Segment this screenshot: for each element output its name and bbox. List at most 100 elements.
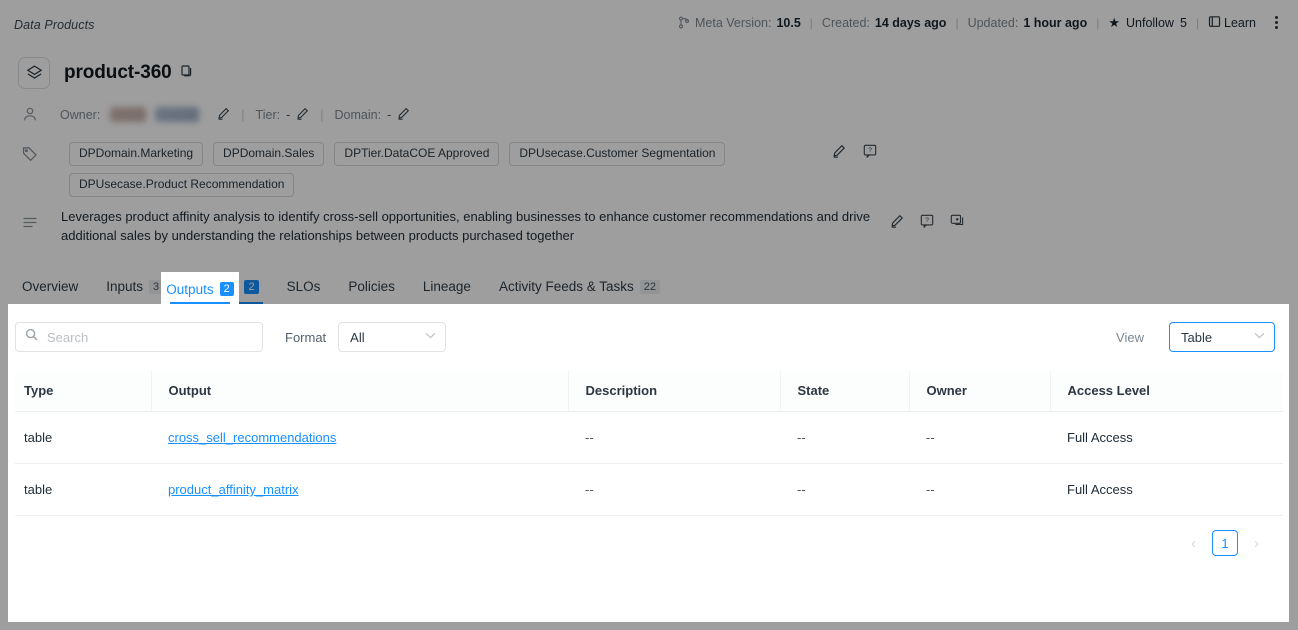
column-header-state[interactable]: State <box>779 371 909 412</box>
tab-label: Inputs <box>106 279 144 294</box>
tab-label: Policies <box>348 279 395 294</box>
column-header-access-level[interactable]: Access Level <box>1049 371 1283 412</box>
meta-version-value: 10.5 <box>776 15 801 30</box>
output-link[interactable]: product_affinity_matrix <box>168 482 299 497</box>
created-info: Created: 14 days ago <box>813 16 956 30</box>
cell-value: Full Access <box>1067 482 1133 497</box>
updated-value: 1 hour ago <box>1023 15 1088 30</box>
cell-value: -- <box>926 430 935 445</box>
edit-tier-icon[interactable] <box>296 107 309 123</box>
domain-label: Domain: <box>334 107 382 122</box>
table-header-row: Type Output Description State Owner Acce… <box>15 371 1283 412</box>
output-link[interactable]: cross_sell_recommendations <box>168 430 336 445</box>
description-help-icon[interactable]: ? <box>920 214 934 233</box>
tab-count-badge: 22 <box>639 279 660 294</box>
view-selected-value: Table <box>1181 329 1213 345</box>
column-label: Access Level <box>1067 383 1150 398</box>
cell-output: product_affinity_matrix <box>151 463 568 516</box>
cell-value: -- <box>797 430 806 445</box>
meta-version: Meta Version: 10.5 <box>669 16 810 30</box>
owner-label: Owner: <box>60 107 101 122</box>
description-actions: ? <box>890 214 964 233</box>
tab-label: Outputs <box>166 281 214 297</box>
tier-label: Tier: <box>255 107 281 122</box>
star-icon: ★ <box>1108 15 1120 30</box>
tag-chip[interactable]: DPTier.DataCOE Approved <box>334 142 500 166</box>
cell-state: -- <box>780 411 909 464</box>
cell-access-level: Full Access <box>1050 411 1283 464</box>
column-header-output[interactable]: Output <box>150 371 568 412</box>
more-options-icon[interactable] <box>1265 14 1284 31</box>
learn-button[interactable]: Learn <box>1199 15 1265 31</box>
search-box[interactable] <box>15 322 263 352</box>
pagination-next-icon[interactable]: › <box>1248 532 1265 555</box>
table-row[interactable]: table product_affinity_matrix -- -- -- F… <box>15 463 1283 516</box>
column-label: Owner <box>926 383 967 398</box>
pagination-prev-icon[interactable]: ‹ <box>1185 532 1202 555</box>
tag-icon <box>22 146 38 162</box>
tab-label: Activity Feeds & Tasks <box>498 279 634 294</box>
unfollow-button[interactable]: ★ Unfollow 5 <box>1099 16 1196 30</box>
tab-count-badge: 2 <box>244 279 259 294</box>
cell-value: table <box>24 430 53 445</box>
view-control: View Table <box>1116 322 1275 352</box>
top-meta-bar: Data Products Meta Version: 10.5 | Creat… <box>0 0 1298 44</box>
learn-label: Learn <box>1224 15 1256 30</box>
table-row[interactable]: table cross_sell_recommendations -- -- -… <box>15 411 1283 464</box>
tier-value: - <box>286 107 291 122</box>
column-header-type[interactable]: Type <box>15 371 151 412</box>
tab-activity-feeds-tasks[interactable]: Activity Feeds & Tasks 22 <box>485 274 674 304</box>
tag-chip[interactable]: DPUsecase.Customer Segmentation <box>509 142 726 166</box>
tab-policies[interactable]: Policies <box>334 274 409 304</box>
tab-outputs-highlighted[interactable]: Outputs 2 <box>161 272 239 306</box>
tab-overview[interactable]: Overview <box>8 274 92 304</box>
tags-help-icon[interactable]: ? <box>863 144 877 163</box>
meta-info-group: Meta Version: 10.5 | Created: 14 days ag… <box>669 14 1284 31</box>
svg-text:?: ? <box>868 147 872 154</box>
search-input[interactable] <box>45 328 253 346</box>
edit-description-icon[interactable] <box>890 214 904 233</box>
tab-slos[interactable]: SLOs <box>273 274 335 304</box>
branch-icon <box>678 16 690 29</box>
cell-description: -- <box>568 463 780 516</box>
edit-owner-icon[interactable] <box>217 107 230 123</box>
view-select[interactable]: Table <box>1169 322 1275 352</box>
outputs-panel: Format All View Table Type <box>8 304 1289 622</box>
cell-value: -- <box>926 482 935 497</box>
tab-lineage[interactable]: Lineage <box>409 274 485 304</box>
column-label: Type <box>24 383 54 398</box>
pagination-page-1[interactable]: 1 <box>1212 530 1238 556</box>
tags-section: DPDomain.Marketing DPDomain.Sales DPTier… <box>22 142 922 197</box>
book-icon <box>1208 15 1221 31</box>
edit-domain-icon[interactable] <box>397 107 410 123</box>
updated-label: Updated: <box>967 15 1019 30</box>
app-root: Data Products Meta Version: 10.5 | Creat… <box>0 0 1298 630</box>
tab-label: Overview <box>22 279 79 294</box>
tag-actions: ? <box>832 144 877 163</box>
tag-chip[interactable]: DPDomain.Sales <box>213 142 325 166</box>
tag-chip[interactable]: DPUsecase.Product Recommendation <box>69 173 295 197</box>
chevron-down-icon <box>1254 332 1265 342</box>
description-section: Leverages product affinity analysis to i… <box>22 208 1022 245</box>
copy-icon[interactable] <box>181 64 192 82</box>
outputs-table: Type Output Description State Owner Acce… <box>15 371 1283 516</box>
column-header-description[interactable]: Description <box>567 371 780 412</box>
cell-value: Full Access <box>1067 430 1133 445</box>
breadcrumb[interactable]: Data Products <box>14 18 95 32</box>
data-product-icon <box>18 57 50 89</box>
column-header-owner[interactable]: Owner <box>908 371 1050 412</box>
add-comment-icon[interactable] <box>950 214 964 233</box>
format-label: Format <box>285 329 327 345</box>
cell-type: table <box>15 411 151 464</box>
edit-tags-icon[interactable] <box>832 144 846 163</box>
tag-chip[interactable]: DPDomain.Marketing <box>69 142 204 166</box>
cell-value: -- <box>585 430 594 445</box>
created-label: Created: <box>821 15 870 30</box>
svg-text:?: ? <box>925 217 929 224</box>
format-select[interactable]: All <box>338 322 447 352</box>
column-label: Description <box>585 383 658 398</box>
description-icon <box>22 216 38 235</box>
tab-count-badge: 2 <box>219 282 234 296</box>
table-body: table cross_sell_recommendations -- -- -… <box>15 411 1283 516</box>
domain-field: Domain: - <box>335 107 411 123</box>
